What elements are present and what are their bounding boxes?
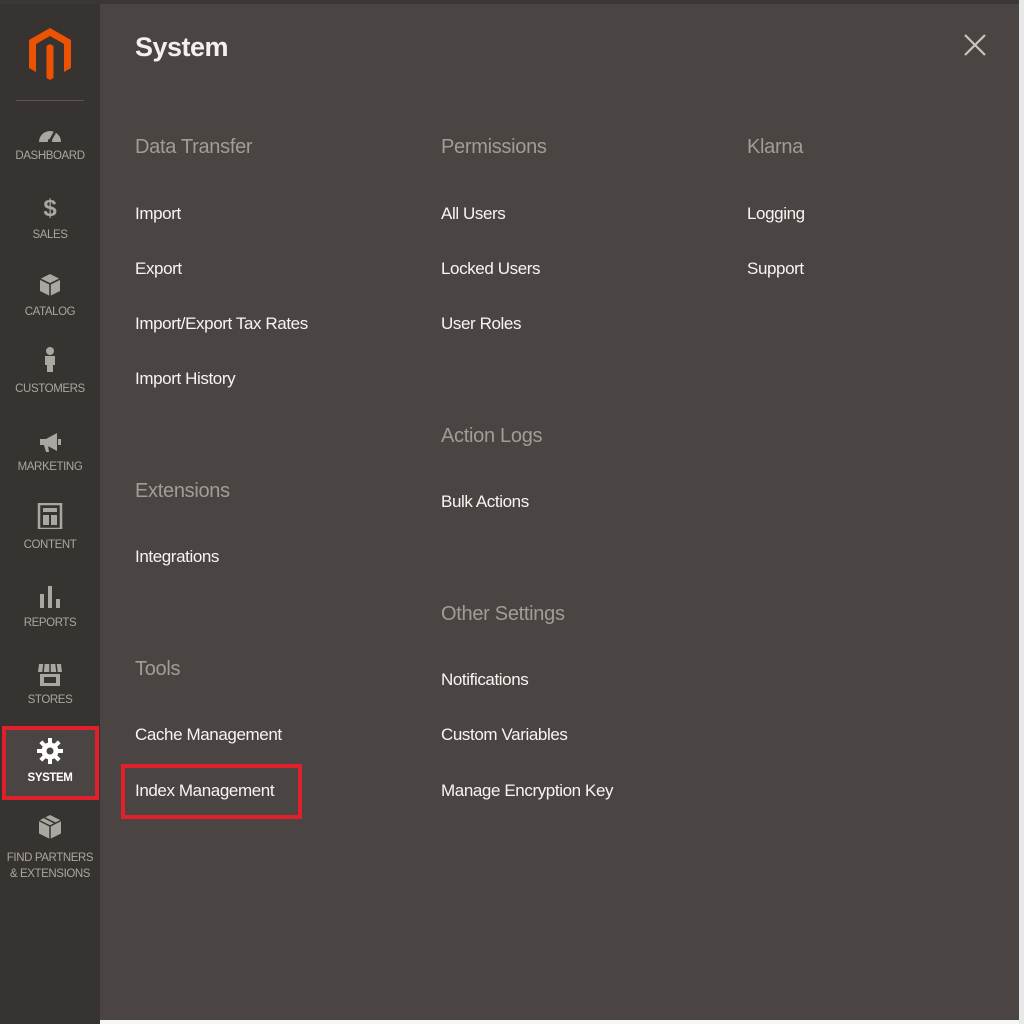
system-flyout-panel: System Data Transfer Import Export Impor… — [100, 4, 1019, 1020]
sidebar-item-sales[interactable]: $ SALES — [0, 194, 100, 268]
dollar-icon: $ — [43, 195, 57, 222]
sidebar-item-find-partners[interactable]: FIND PARTNERS & EXTENSIONS — [0, 814, 100, 884]
sidebar-item-label: CONTENT — [23, 539, 77, 551]
link-locked-users[interactable]: Locked Users — [441, 259, 541, 279]
logo-divider — [16, 100, 84, 101]
sidebar-item-label: CUSTOMERS — [15, 383, 85, 395]
group-title-data-transfer: Data Transfer — [135, 136, 253, 158]
sidebar-item-label: DASHBOARD — [15, 150, 85, 162]
index-management-highlight-box — [121, 764, 302, 819]
link-notifications[interactable]: Notifications — [441, 670, 529, 690]
close-icon[interactable] — [962, 32, 988, 58]
system-highlight-box — [2, 726, 99, 800]
group-title-tools: Tools — [135, 658, 181, 680]
link-user-roles[interactable]: User Roles — [441, 314, 521, 334]
sidebar-item-marketing[interactable]: MARKETING — [0, 430, 100, 504]
sidebar-item-dashboard[interactable]: DASHBOARD — [0, 122, 100, 196]
person-icon — [45, 347, 55, 372]
link-import-history[interactable]: Import History — [135, 369, 236, 389]
page-background-edge — [1019, 0, 1024, 1024]
sidebar-item-label: FIND PARTNERS & EXTENSIONS — [6, 852, 94, 880]
sidebar-item-label: MARKETING — [17, 461, 83, 473]
cube-icon — [38, 815, 62, 839]
box-icon — [39, 274, 61, 296]
sidebar-item-catalog[interactable]: CATALOG — [0, 272, 100, 346]
link-import-export-tax-rates[interactable]: Import/Export Tax Rates — [135, 314, 308, 334]
sidebar-item-reports[interactable]: REPORTS — [0, 584, 100, 658]
bar-chart-icon — [40, 586, 60, 608]
link-manage-encryption-key[interactable]: Manage Encryption Key — [441, 781, 613, 801]
sidebar-item-label: SALES — [32, 229, 68, 241]
flyout-title: System — [135, 32, 229, 62]
sidebar-item-content[interactable]: CONTENT — [0, 503, 100, 577]
megaphone-icon — [40, 433, 61, 452]
dashboard-icon — [39, 131, 61, 144]
link-custom-variables[interactable]: Custom Variables — [441, 725, 568, 745]
group-title-klarna: Klarna — [747, 136, 804, 158]
magento-logo-icon[interactable] — [27, 26, 73, 82]
sidebar-item-stores[interactable]: STORES — [0, 662, 100, 736]
link-import[interactable]: Import — [135, 204, 181, 224]
storefront-icon — [38, 663, 62, 686]
group-title-action-logs: Action Logs — [441, 425, 543, 447]
group-title-permissions: Permissions — [441, 136, 547, 158]
link-cache-management[interactable]: Cache Management — [135, 725, 282, 745]
link-export[interactable]: Export — [135, 259, 182, 279]
admin-app: DASHBOARD $ SALES CATALOG CUSTOMERS MARK… — [0, 0, 1024, 1024]
link-all-users[interactable]: All Users — [441, 204, 506, 224]
link-integrations[interactable]: Integrations — [135, 547, 219, 567]
sidebar-item-label: CATALOG — [24, 306, 76, 318]
admin-sidebar: DASHBOARD $ SALES CATALOG CUSTOMERS MARK… — [0, 4, 100, 1024]
sidebar-item-label: STORES — [27, 694, 73, 706]
layout-icon — [37, 503, 63, 529]
sidebar-item-label: REPORTS — [23, 617, 77, 629]
sidebar-item-customers[interactable]: CUSTOMERS — [0, 346, 100, 420]
group-title-extensions: Extensions — [135, 480, 230, 502]
link-support[interactable]: Support — [747, 259, 804, 279]
group-title-other-settings: Other Settings — [441, 603, 565, 625]
link-bulk-actions[interactable]: Bulk Actions — [441, 492, 529, 512]
link-logging[interactable]: Logging — [747, 204, 805, 224]
